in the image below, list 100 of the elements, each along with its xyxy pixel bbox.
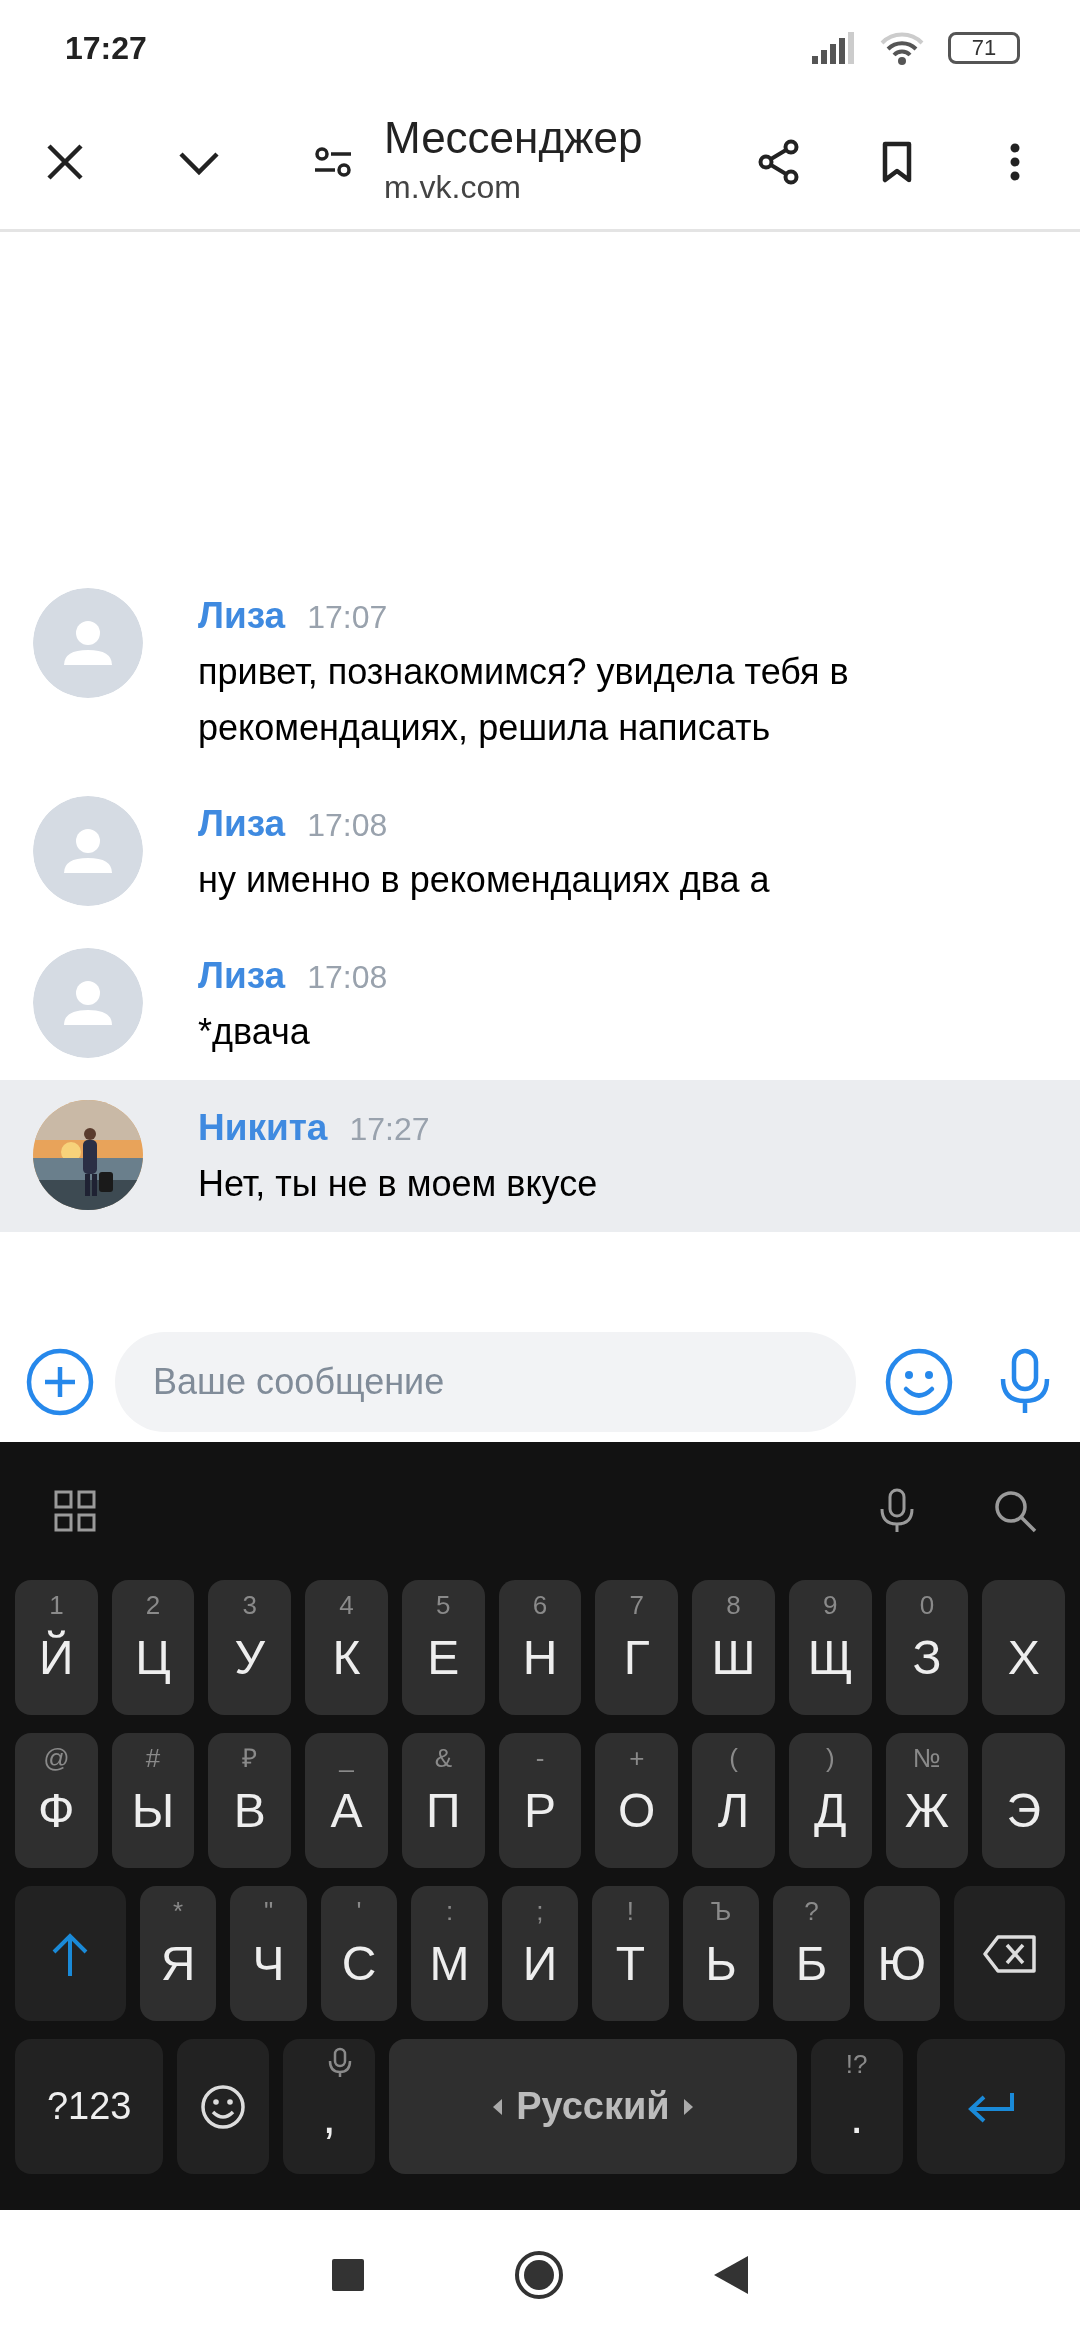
key-label: Х [1007,1629,1040,1686]
key-hint: # [144,1742,162,1775]
key-label: Й [39,1629,74,1686]
key-hint: ' [355,1895,363,1928]
key-label: Т [615,1935,646,1992]
signal-icon [812,31,856,64]
key-hint: 9 [822,1589,839,1622]
key[interactable]: @ Ф [15,1733,98,1868]
smiley-icon [200,2083,247,2130]
key[interactable]: * Я [139,1886,217,2021]
key[interactable]: 1 Й [15,1580,98,1715]
key-hint: !? [844,2048,869,2081]
comma-key[interactable]: , [283,2039,376,2174]
plus-icon [25,1347,95,1417]
search-icon [992,1488,1038,1534]
key-label: А [330,1782,363,1839]
key-hint: № [912,1742,942,1775]
key-label: О [618,1782,656,1839]
key-label: Щ [807,1629,853,1686]
attach-button[interactable] [25,1347,95,1417]
key[interactable]: ) Д [788,1733,872,1868]
space-key[interactable]: Русский [389,2039,797,2174]
author-name[interactable]: Лиза [198,796,286,852]
microphone-icon [327,2047,354,2079]
message-time: 17:08 [307,806,388,845]
message-time: 17:08 [307,958,388,997]
key[interactable]: 5 Е [401,1580,485,1715]
key-label: В [233,1782,266,1839]
key-hint: 0 [918,1589,936,1622]
key-hint: 1 [48,1589,65,1622]
key[interactable]: № Ж [885,1733,969,1868]
key-label: М [429,1935,470,1992]
key[interactable]: 8 Ш [692,1580,775,1715]
home-button[interactable] [514,2250,564,2300]
key-hint: * [172,1895,185,1928]
key-hint: 2 [144,1589,162,1622]
key[interactable]: & П [401,1733,485,1868]
key[interactable]: 2 Ц [111,1580,195,1715]
key[interactable]: 3 У [208,1580,292,1715]
key[interactable]: ! Т [592,1886,669,2021]
key[interactable]: Ъ Ь [682,1886,760,2021]
key-label: . [849,2088,864,2145]
key[interactable]: Х [982,1580,1066,1715]
key-label: Д [814,1782,847,1839]
key[interactable]: - Р [498,1733,582,1868]
author-name[interactable]: Лиза [198,948,286,1004]
key-label: Е [427,1629,460,1686]
key-label: И [522,1935,558,1992]
key[interactable]: 6 Н [498,1580,582,1715]
back-button[interactable] [714,2256,748,2294]
key[interactable]: ? Б [773,1886,850,2021]
period-key[interactable]: !? . [810,2039,903,2174]
key-hint: + [628,1742,646,1775]
key[interactable]: ( Л [692,1733,775,1868]
key[interactable]: " Ч [230,1886,307,2021]
clock-time: 17:27 [65,28,147,68]
battery-indicator: 71 [948,31,1020,64]
key-hint: Ъ [709,1895,733,1928]
key[interactable]: Э [982,1733,1066,1868]
key-label: Ю [877,1935,927,1992]
key[interactable]: : М [411,1886,488,2021]
key-hint: 8 [725,1589,742,1622]
message-field[interactable]: Ваше сообщение [115,1332,856,1432]
key-label: Р [524,1782,557,1839]
key-hint: ( [728,1742,739,1775]
key-label: П [426,1782,461,1839]
backspace-key[interactable] [954,1886,1065,2021]
key[interactable]: + О [595,1733,679,1868]
key[interactable]: Ю [863,1886,941,2021]
message-time: 17:07 [307,598,388,637]
key-label: С [341,1935,377,1992]
key[interactable]: 9 Щ [788,1580,872,1715]
message-time: 17:27 [349,1110,430,1149]
page-url: m.vk.com [384,168,522,208]
key[interactable]: 7 Г [595,1580,679,1715]
emoji-button[interactable] [884,1347,954,1417]
emoji-key[interactable] [177,2039,270,2174]
key[interactable]: # Ы [111,1733,195,1868]
key[interactable]: ; И [501,1886,579,2021]
message-text: Нет, ты не в моем вкусе [198,1162,598,1206]
author-name[interactable]: Лиза [198,588,286,644]
key[interactable]: 4 К [305,1580,388,1715]
key-label: , [322,2088,336,2145]
key-hint: - [534,1742,546,1775]
key[interactable]: 0 З [885,1580,969,1715]
key-hint: ₽ [241,1742,259,1775]
grid-icon [53,1489,97,1533]
shift-key[interactable] [15,1886,126,2021]
key[interactable]: _ А [305,1733,388,1868]
message-text: ну именно в рекомендациях два а [198,858,770,902]
symbols-key[interactable]: ?123 [15,2039,164,2174]
key-label: Ц [135,1629,171,1686]
key[interactable]: ₽ В [208,1733,292,1868]
key[interactable]: ' С [320,1886,398,2021]
message-text: *двача [198,1010,311,1054]
key-hint: 6 [531,1589,549,1622]
key-label: З [912,1629,942,1686]
language-label: Русский [516,2084,670,2129]
key-label: Ф [38,1782,75,1839]
key-label: К [332,1629,361,1686]
